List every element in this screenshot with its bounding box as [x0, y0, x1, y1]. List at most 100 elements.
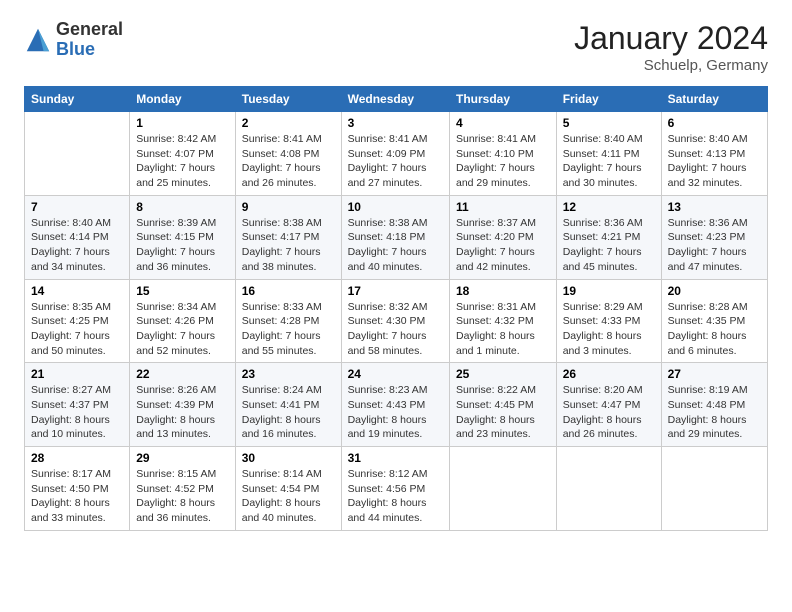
day-number-4: 4 — [456, 116, 550, 130]
calendar-cell-w2-d1: 15 Sunrise: 8:34 AM Sunset: 4:26 PM Dayli… — [130, 279, 236, 363]
calendar-cell-w1-d4: 11Sunrise: 8:37 AM Sunset: 4:20 PM Dayli… — [450, 195, 557, 279]
day-info-11: Sunrise: 8:37 AM Sunset: 4:20 PM Dayligh… — [456, 216, 550, 275]
calendar-cell-w1-d1: 8Sunrise: 8:39 AM Sunset: 4:15 PM Daylig… — [130, 195, 236, 279]
calendar-cell-w1-d5: 12 Sunrise: 8:36 AM Sunset: 4:21 PM Dayli… — [556, 195, 661, 279]
day-info-7: Sunrise: 8:40 AM Sunset: 4:14 PM Dayligh… — [31, 216, 123, 275]
day-info-22: Sunrise: 8:26 AM Sunset: 4:39 PM Dayligh… — [136, 383, 229, 442]
calendar-cell-w3-d4: 25 Sunrise: 8:22 AM Sunset: 4:45 PM Dayli… — [450, 363, 557, 447]
day-number-21: 21 — [31, 367, 123, 381]
day-number-3: 3 — [348, 116, 443, 130]
day-number-29: 29 — [136, 451, 229, 465]
calendar-cell-w0-d6: 6Sunrise: 8:40 AM Sunset: 4:13 PM Daylig… — [661, 112, 767, 196]
week-row-2: 14 Sunrise: 8:35 AM Sunset: 4:25 PM Dayli… — [25, 279, 768, 363]
day-info-18: Sunrise: 8:31 AM Sunset: 4:32 PM Dayligh… — [456, 300, 550, 359]
calendar-cell-w3-d6: 27 Sunrise: 8:19 AM Sunset: 4:48 PM Dayli… — [661, 363, 767, 447]
day-number-2: 2 — [242, 116, 335, 130]
day-number-25: 25 — [456, 367, 550, 381]
day-info-31: Sunrise: 8:12 AM Sunset: 4:56 PM Dayligh… — [348, 467, 443, 526]
day-info-19: Sunrise: 8:29 AM Sunset: 4:33 PM Dayligh… — [563, 300, 655, 359]
calendar-cell-w2-d0: 14 Sunrise: 8:35 AM Sunset: 4:25 PM Dayli… — [25, 279, 130, 363]
day-number-22: 22 — [136, 367, 229, 381]
calendar-header-row: Sunday Monday Tuesday Wednesday Thursday… — [25, 87, 768, 112]
day-number-10: 10 — [348, 200, 443, 214]
day-info-13: Sunrise: 8:36 AM Sunset: 4:23 PM Dayligh… — [668, 216, 761, 275]
calendar-cell-w4-d0: 28 Sunrise: 8:17 AM Sunset: 4:50 PM Dayli… — [25, 447, 130, 531]
calendar-cell-w2-d3: 17Sunrise: 8:32 AM Sunset: 4:30 PM Dayli… — [341, 279, 449, 363]
header-saturday: Saturday — [661, 87, 767, 112]
calendar-cell-w3-d5: 26 Sunrise: 8:20 AM Sunset: 4:47 PM Dayli… — [556, 363, 661, 447]
day-number-13: 13 — [668, 200, 761, 214]
day-info-12: Sunrise: 8:36 AM Sunset: 4:21 PM Dayligh… — [563, 216, 655, 275]
day-info-21: Sunrise: 8:27 AM Sunset: 4:37 PM Dayligh… — [31, 383, 123, 442]
header-friday: Friday — [556, 87, 661, 112]
calendar-cell-w3-d3: 24Sunrise: 8:23 AM Sunset: 4:43 PM Dayli… — [341, 363, 449, 447]
day-info-26: Sunrise: 8:20 AM Sunset: 4:47 PM Dayligh… — [563, 383, 655, 442]
calendar-cell-w0-d0 — [25, 112, 130, 196]
calendar-cell-w4-d6 — [661, 447, 767, 531]
header-monday: Monday — [130, 87, 236, 112]
header-sunday: Sunday — [25, 87, 130, 112]
logo: General Blue — [24, 20, 123, 60]
logo-icon — [24, 26, 52, 54]
day-info-1: Sunrise: 8:42 AM Sunset: 4:07 PM Dayligh… — [136, 132, 229, 191]
day-info-27: Sunrise: 8:19 AM Sunset: 4:48 PM Dayligh… — [668, 383, 761, 442]
day-number-28: 28 — [31, 451, 123, 465]
header-wednesday: Wednesday — [341, 87, 449, 112]
day-number-12: 12 — [563, 200, 655, 214]
day-number-15: 15 — [136, 284, 229, 298]
calendar-cell-w0-d5: 5 Sunrise: 8:40 AM Sunset: 4:11 PM Daylig… — [556, 112, 661, 196]
calendar-cell-w0-d3: 3 Sunrise: 8:41 AM Sunset: 4:09 PM Daylig… — [341, 112, 449, 196]
calendar-cell-w2-d5: 19Sunrise: 8:29 AM Sunset: 4:33 PM Dayli… — [556, 279, 661, 363]
day-number-27: 27 — [668, 367, 761, 381]
calendar-cell-w2-d2: 16Sunrise: 8:33 AM Sunset: 4:28 PM Dayli… — [235, 279, 341, 363]
day-number-16: 16 — [242, 284, 335, 298]
calendar-cell-w4-d2: 30Sunrise: 8:14 AM Sunset: 4:54 PM Dayli… — [235, 447, 341, 531]
calendar-cell-w4-d3: 31 Sunrise: 8:12 AM Sunset: 4:56 PM Dayli… — [341, 447, 449, 531]
day-number-5: 5 — [563, 116, 655, 130]
day-number-17: 17 — [348, 284, 443, 298]
calendar-cell-w1-d2: 9 Sunrise: 8:38 AM Sunset: 4:17 PM Daylig… — [235, 195, 341, 279]
week-row-0: 1 Sunrise: 8:42 AM Sunset: 4:07 PM Daylig… — [25, 112, 768, 196]
calendar-cell-w1-d3: 10 Sunrise: 8:38 AM Sunset: 4:18 PM Dayli… — [341, 195, 449, 279]
logo-general: General — [56, 20, 123, 40]
calendar-cell-w0-d1: 1 Sunrise: 8:42 AM Sunset: 4:07 PM Daylig… — [130, 112, 236, 196]
day-info-4: Sunrise: 8:41 AM Sunset: 4:10 PM Dayligh… — [456, 132, 550, 191]
logo-text: General Blue — [56, 20, 123, 60]
day-info-3: Sunrise: 8:41 AM Sunset: 4:09 PM Dayligh… — [348, 132, 443, 191]
day-number-14: 14 — [31, 284, 123, 298]
calendar-cell-w4-d4 — [450, 447, 557, 531]
day-info-14: Sunrise: 8:35 AM Sunset: 4:25 PM Dayligh… — [31, 300, 123, 359]
day-info-25: Sunrise: 8:22 AM Sunset: 4:45 PM Dayligh… — [456, 383, 550, 442]
calendar-cell-w3-d1: 22 Sunrise: 8:26 AM Sunset: 4:39 PM Dayli… — [130, 363, 236, 447]
day-number-1: 1 — [136, 116, 229, 130]
day-info-10: Sunrise: 8:38 AM Sunset: 4:18 PM Dayligh… — [348, 216, 443, 275]
day-number-9: 9 — [242, 200, 335, 214]
day-info-29: Sunrise: 8:15 AM Sunset: 4:52 PM Dayligh… — [136, 467, 229, 526]
header-tuesday: Tuesday — [235, 87, 341, 112]
calendar-cell-w4-d1: 29 Sunrise: 8:15 AM Sunset: 4:52 PM Dayli… — [130, 447, 236, 531]
day-number-31: 31 — [348, 451, 443, 465]
calendar-cell-w2-d6: 20Sunrise: 8:28 AM Sunset: 4:35 PM Dayli… — [661, 279, 767, 363]
day-number-23: 23 — [242, 367, 335, 381]
day-info-15: Sunrise: 8:34 AM Sunset: 4:26 PM Dayligh… — [136, 300, 229, 359]
day-number-7: 7 — [31, 200, 123, 214]
day-number-26: 26 — [563, 367, 655, 381]
calendar: Sunday Monday Tuesday Wednesday Thursday… — [24, 86, 768, 531]
day-info-24: Sunrise: 8:23 AM Sunset: 4:43 PM Dayligh… — [348, 383, 443, 442]
title-section: January 2024 Schuelp, Germany — [574, 20, 768, 74]
day-info-2: Sunrise: 8:41 AM Sunset: 4:08 PM Dayligh… — [242, 132, 335, 191]
day-info-28: Sunrise: 8:17 AM Sunset: 4:50 PM Dayligh… — [31, 467, 123, 526]
day-number-20: 20 — [668, 284, 761, 298]
week-row-4: 28 Sunrise: 8:17 AM Sunset: 4:50 PM Dayli… — [25, 447, 768, 531]
calendar-cell-w2-d4: 18Sunrise: 8:31 AM Sunset: 4:32 PM Dayli… — [450, 279, 557, 363]
header: General Blue January 2024 Schuelp, Germa… — [24, 20, 768, 74]
location: Schuelp, Germany — [574, 57, 768, 74]
calendar-cell-w3-d2: 23Sunrise: 8:24 AM Sunset: 4:41 PM Dayli… — [235, 363, 341, 447]
month-title: January 2024 — [574, 20, 768, 57]
calendar-cell-w4-d5 — [556, 447, 661, 531]
calendar-cell-w1-d6: 13 Sunrise: 8:36 AM Sunset: 4:23 PM Dayli… — [661, 195, 767, 279]
calendar-cell-w0-d2: 2 Sunrise: 8:41 AM Sunset: 4:08 PM Daylig… — [235, 112, 341, 196]
day-info-5: Sunrise: 8:40 AM Sunset: 4:11 PM Dayligh… — [563, 132, 655, 191]
day-info-9: Sunrise: 8:38 AM Sunset: 4:17 PM Dayligh… — [242, 216, 335, 275]
day-info-30: Sunrise: 8:14 AM Sunset: 4:54 PM Dayligh… — [242, 467, 335, 526]
